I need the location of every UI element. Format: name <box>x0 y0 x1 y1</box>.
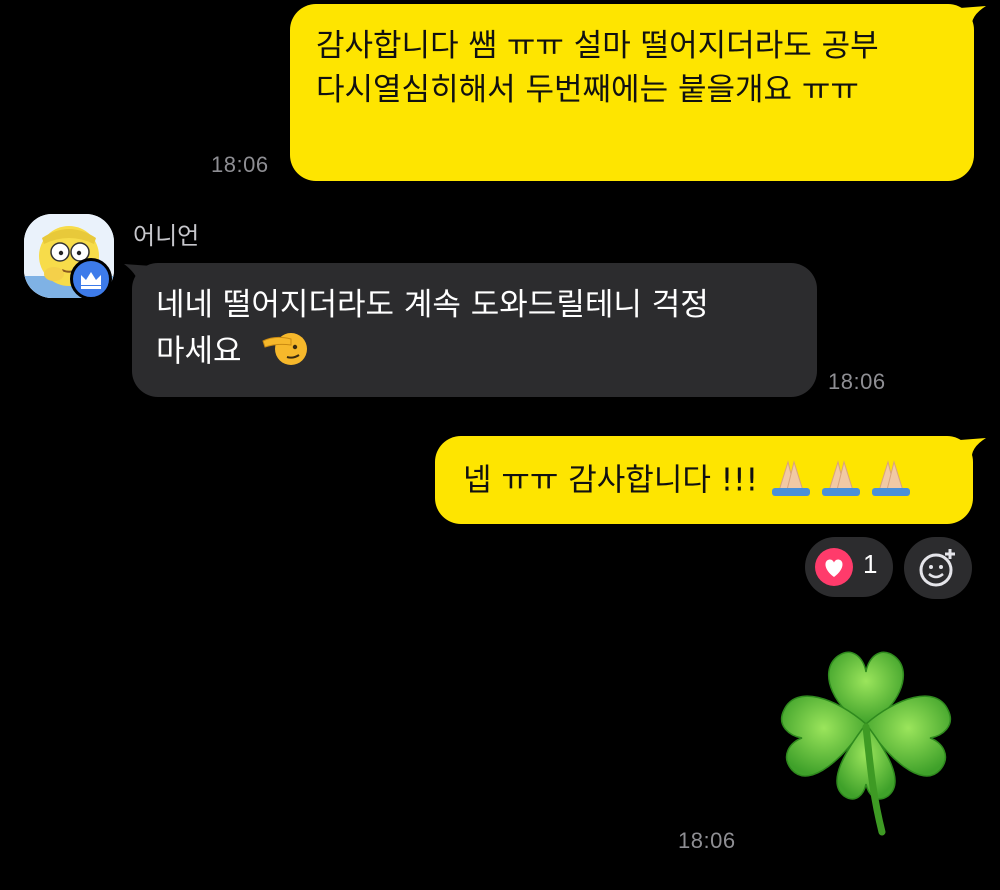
heart-icon <box>815 548 853 586</box>
message-text: 넵 ㅠㅠ 감사합니다 !!! <box>463 462 759 499</box>
reaction-count: 1 <box>863 549 878 579</box>
sender-name: 어니언 <box>133 222 200 250</box>
message-text: 감사합니다 쌤 ㅠㅠ 설마 떨어지더라도 공부 다시열심히해서 두번째에는 붙을… <box>316 28 879 108</box>
message-timestamp: 18:06 <box>828 369 886 394</box>
message-timestamp: 18:06 <box>211 152 269 177</box>
heart-reaction-pill[interactable]: 1 <box>805 537 893 597</box>
four-leaf-clover-sticker[interactable] <box>776 632 956 836</box>
crown-badge-icon <box>70 258 112 300</box>
message-text: 네네 떨어지더라도 계속 도와드릴테니 걱정 마세요 <box>156 287 709 370</box>
add-emoji-icon <box>919 549 955 587</box>
folded-hands-emoji-icon <box>768 456 922 508</box>
bubble-tail <box>960 6 986 28</box>
add-reaction-button[interactable] <box>904 537 972 599</box>
incoming-message-bubble[interactable]: 네네 떨어지더라도 계속 도와드릴테니 걱정 마세요 <box>132 263 817 397</box>
outgoing-message-bubble[interactable]: 감사합니다 쌤 ㅠㅠ 설마 떨어지더라도 공부 다시열심히해서 두번째에는 붙을… <box>290 4 974 181</box>
bubble-tail <box>960 438 986 460</box>
message-timestamp: 18:06 <box>678 828 736 853</box>
chat-screen: 감사합니다 쌤 ㅠㅠ 설마 떨어지더라도 공부 다시열심히해서 두번째에는 붙을… <box>0 0 1000 890</box>
outgoing-message-bubble[interactable]: 넵 ㅠㅠ 감사합니다 !!! <box>435 436 973 524</box>
saluting-face-emoji-icon <box>261 327 308 379</box>
